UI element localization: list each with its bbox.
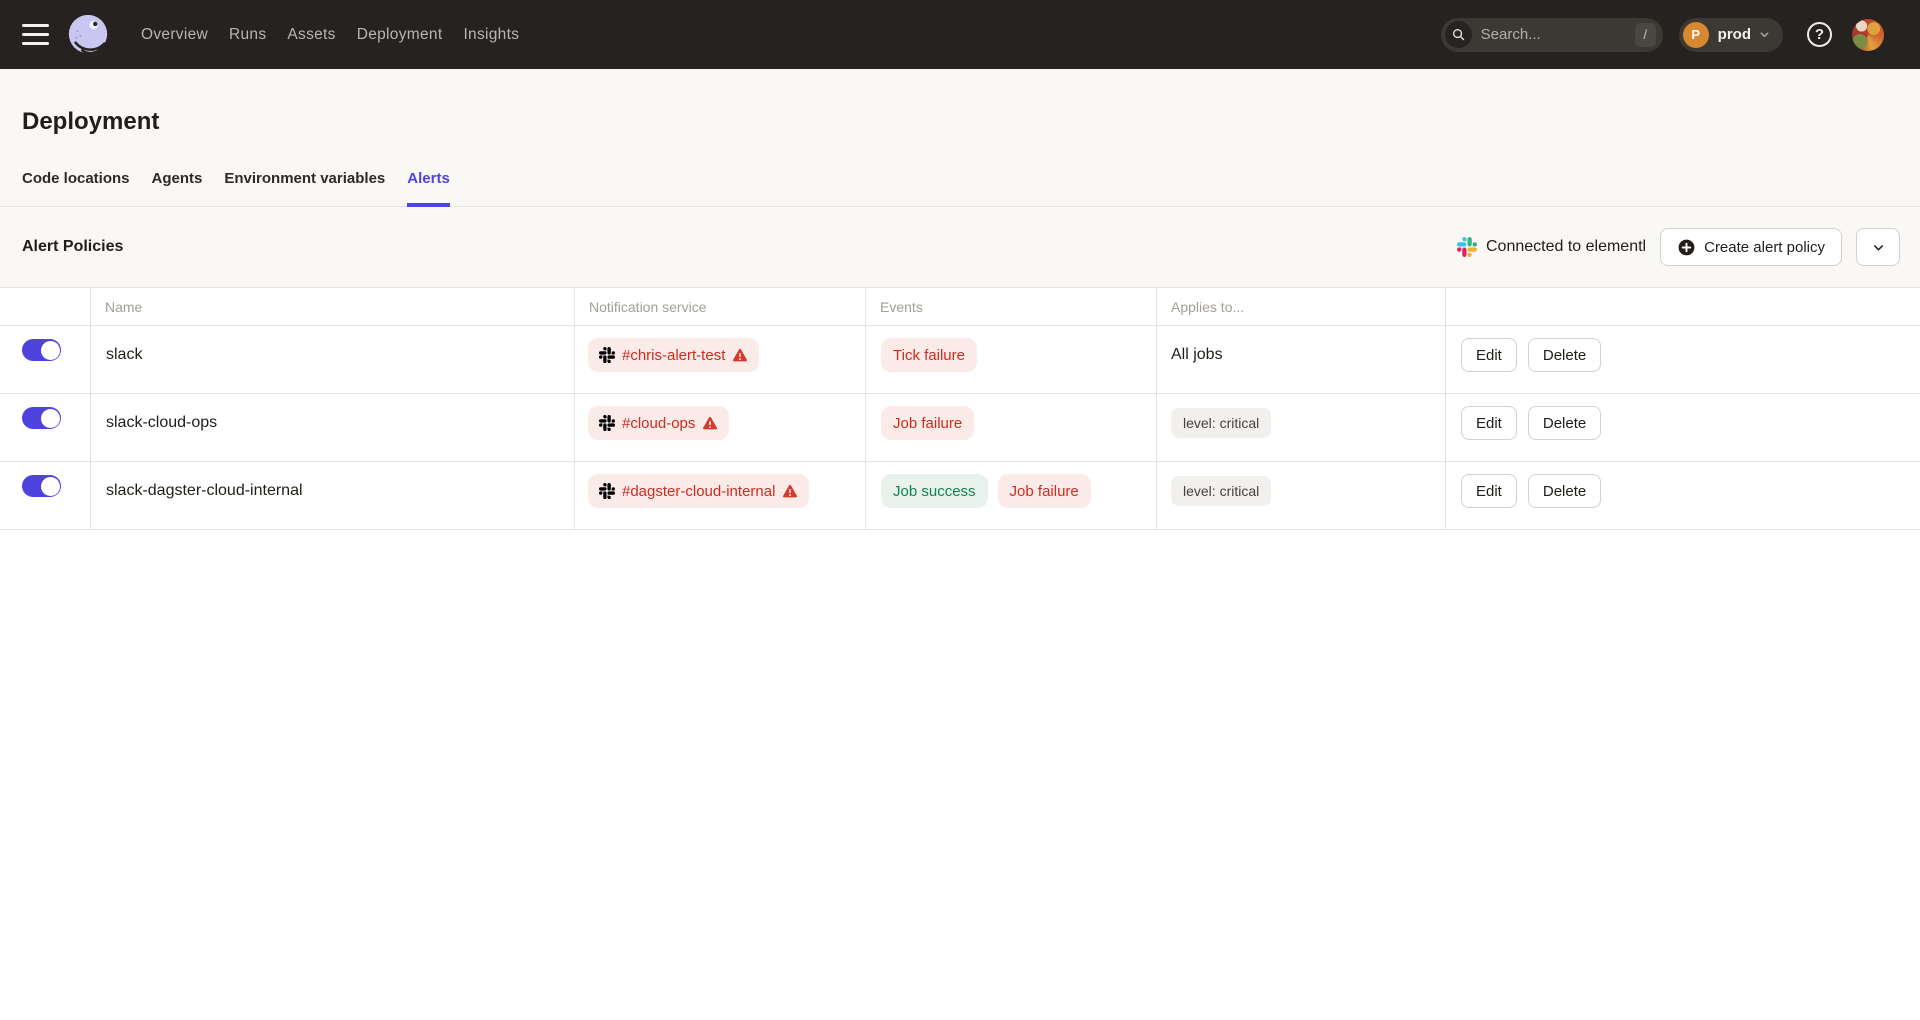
table-row: slack #chris-alert-test Tick failure All… [0, 326, 1920, 394]
edit-button[interactable]: Edit [1461, 338, 1517, 372]
slack-channel-label: #chris-alert-test [622, 347, 725, 364]
event-tag: Job success [881, 474, 988, 508]
warning-icon [702, 415, 718, 431]
dagster-cloud-logo[interactable] [65, 12, 111, 58]
page-header: Deployment Code locations Agents Environ… [0, 69, 1920, 287]
applies-to-tag: level: critical [1171, 476, 1271, 506]
warning-icon [782, 483, 798, 499]
nav-item-runs[interactable]: Runs [229, 26, 266, 44]
nav-item-assets[interactable]: Assets [287, 26, 335, 44]
edit-button[interactable]: Edit [1461, 474, 1517, 508]
delete-button[interactable]: Delete [1528, 338, 1601, 372]
slack-connection-status: Connected to elementl [1457, 237, 1646, 257]
deployment-switcher[interactable]: P prod [1679, 18, 1783, 52]
slack-icon [599, 483, 615, 499]
warning-icon [732, 347, 748, 363]
nav-item-deployment[interactable]: Deployment [357, 26, 443, 44]
slack-icon [599, 415, 615, 431]
tab-agents[interactable]: Agents [152, 169, 203, 206]
event-tag: Job failure [881, 406, 974, 440]
policy-name: slack-dagster-cloud-internal [106, 474, 303, 508]
page-title: Deployment [22, 107, 1898, 137]
hamburger-menu-icon[interactable] [22, 24, 49, 45]
nav-item-overview[interactable]: Overview [141, 26, 208, 44]
search-icon [1445, 21, 1472, 48]
table-row: slack-cloud-ops #cloud-ops Job failure l… [0, 394, 1920, 462]
slack-icon [1457, 237, 1477, 257]
create-alert-policy-button[interactable]: Create alert policy [1660, 228, 1842, 266]
header-notification-service: Notification service [575, 288, 866, 325]
global-search[interactable]: / [1441, 18, 1663, 52]
slack-channel-tag: #cloud-ops [588, 406, 729, 440]
table-row: slack-dagster-cloud-internal #dagster-cl… [0, 462, 1920, 530]
user-avatar[interactable] [1852, 19, 1884, 51]
section-title: Alert Policies [22, 238, 123, 256]
delete-button[interactable]: Delete [1528, 406, 1601, 440]
alert-policies-more-button[interactable] [1856, 228, 1900, 266]
policy-name: slack [106, 338, 142, 372]
tab-environment-variables[interactable]: Environment variables [224, 169, 385, 206]
slack-channel-tag: #chris-alert-test [588, 338, 759, 372]
delete-button[interactable]: Delete [1528, 474, 1601, 508]
slack-channel-label: #cloud-ops [622, 415, 695, 432]
policy-enabled-toggle[interactable] [22, 475, 61, 497]
header-events: Events [866, 288, 1157, 325]
header-actions [1446, 288, 1920, 325]
primary-nav: Overview Runs Assets Deployment Insights [141, 26, 519, 44]
plus-icon [1677, 238, 1696, 257]
alert-policies-toolbar: Alert Policies Connected to elementl Cre… [0, 207, 1920, 287]
edit-button[interactable]: Edit [1461, 406, 1517, 440]
deployment-avatar: P [1683, 22, 1709, 48]
header-toggle-column [0, 288, 91, 325]
alert-policies-table: Name Notification service Events Applies… [0, 287, 1920, 530]
tab-code-locations[interactable]: Code locations [22, 169, 130, 206]
slack-channel-label: #dagster-cloud-internal [622, 483, 775, 500]
octopus-logo-icon [65, 12, 111, 58]
deployment-tabs: Code locations Agents Environment variab… [0, 169, 1920, 207]
search-input[interactable] [1481, 26, 1635, 43]
slack-channel-tag: #dagster-cloud-internal [588, 474, 809, 508]
help-icon[interactable]: ? [1807, 22, 1832, 47]
search-shortcut-key: / [1635, 23, 1656, 47]
applies-to-value: All jobs [1171, 338, 1223, 372]
connection-status-label: Connected to elementl [1486, 238, 1646, 256]
create-alert-policy-label: Create alert policy [1704, 239, 1825, 256]
chevron-down-icon [1758, 28, 1771, 41]
nav-item-insights[interactable]: Insights [463, 26, 519, 44]
event-tag: Job failure [998, 474, 1091, 508]
tab-alerts[interactable]: Alerts [407, 169, 450, 206]
applies-to-tag: level: critical [1171, 408, 1271, 438]
policy-name: slack-cloud-ops [106, 406, 217, 440]
slack-icon [599, 347, 615, 363]
table-header-row: Name Notification service Events Applies… [0, 288, 1920, 326]
deployment-name: prod [1718, 26, 1751, 43]
header-name: Name [91, 288, 575, 325]
header-applies-to: Applies to... [1157, 288, 1446, 325]
policy-enabled-toggle[interactable] [22, 407, 61, 429]
top-navigation-bar: Overview Runs Assets Deployment Insights… [0, 0, 1920, 69]
event-tag: Tick failure [881, 338, 977, 372]
policy-enabled-toggle[interactable] [22, 339, 61, 361]
chevron-down-icon [1871, 240, 1886, 255]
